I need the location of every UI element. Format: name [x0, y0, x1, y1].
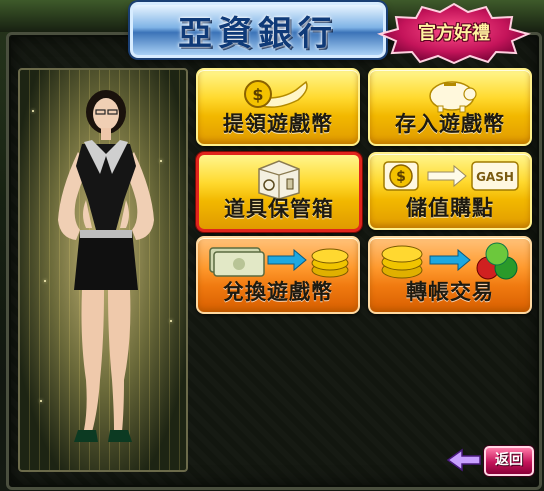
bank-menu-grid: $ 提領遊戲幣 存入遊戲幣 道具保管箱 $ GASH 儲值購點 兌換遊戲幣 轉帳…: [196, 68, 532, 314]
model-photo: [18, 68, 188, 472]
page-title: 亞資銀行: [178, 13, 338, 54]
item-safe-button[interactable]: 道具保管箱: [196, 152, 362, 232]
tile-label: 兌換遊戲幣: [223, 280, 333, 304]
sparkle-icon: [170, 320, 172, 322]
hostess-figure-icon: [58, 90, 154, 442]
back-arrow-icon[interactable]: [446, 448, 482, 472]
official-gift-button[interactable]: 官方好禮: [376, 2, 532, 64]
tile-label: 轉帳交易: [406, 280, 494, 304]
sparkle-icon: [44, 280, 46, 282]
top-up-points-button[interactable]: $ GASH 儲值購點: [368, 152, 532, 230]
transfer-button[interactable]: 轉帳交易: [368, 236, 532, 314]
tile-label: 存入遊戲幣: [395, 112, 505, 136]
svg-text:$: $: [252, 85, 263, 104]
withdraw-coins-button[interactable]: $ 提領遊戲幣: [196, 68, 360, 146]
sparkle-icon: [160, 160, 162, 162]
title-plaque: 亞資銀行: [130, 2, 386, 58]
exchange-coins-button[interactable]: 兌換遊戲幣: [196, 236, 360, 314]
deposit-coins-button[interactable]: 存入遊戲幣: [368, 68, 532, 146]
tile-label: 儲值購點: [406, 196, 494, 220]
sparkle-icon: [32, 110, 34, 112]
gash-text: GASH: [476, 170, 514, 184]
coin-to-gash-icon: $ GASH: [383, 161, 519, 191]
sparkle-icon: [40, 400, 42, 402]
gift-badge-label: 官方好禮: [418, 23, 490, 44]
bank-window: 亞資銀行 官方好禮 $ 提領遊戲幣 存入遊戲幣 道具保管箱 $ GASH 儲值購…: [0, 0, 544, 491]
tile-label: 道具保管箱: [224, 197, 334, 221]
svg-text:$: $: [396, 169, 406, 185]
back-button[interactable]: 返回: [484, 446, 534, 476]
tile-label: 提領遊戲幣: [223, 112, 333, 136]
cash-to-coin-icon: [209, 247, 349, 278]
